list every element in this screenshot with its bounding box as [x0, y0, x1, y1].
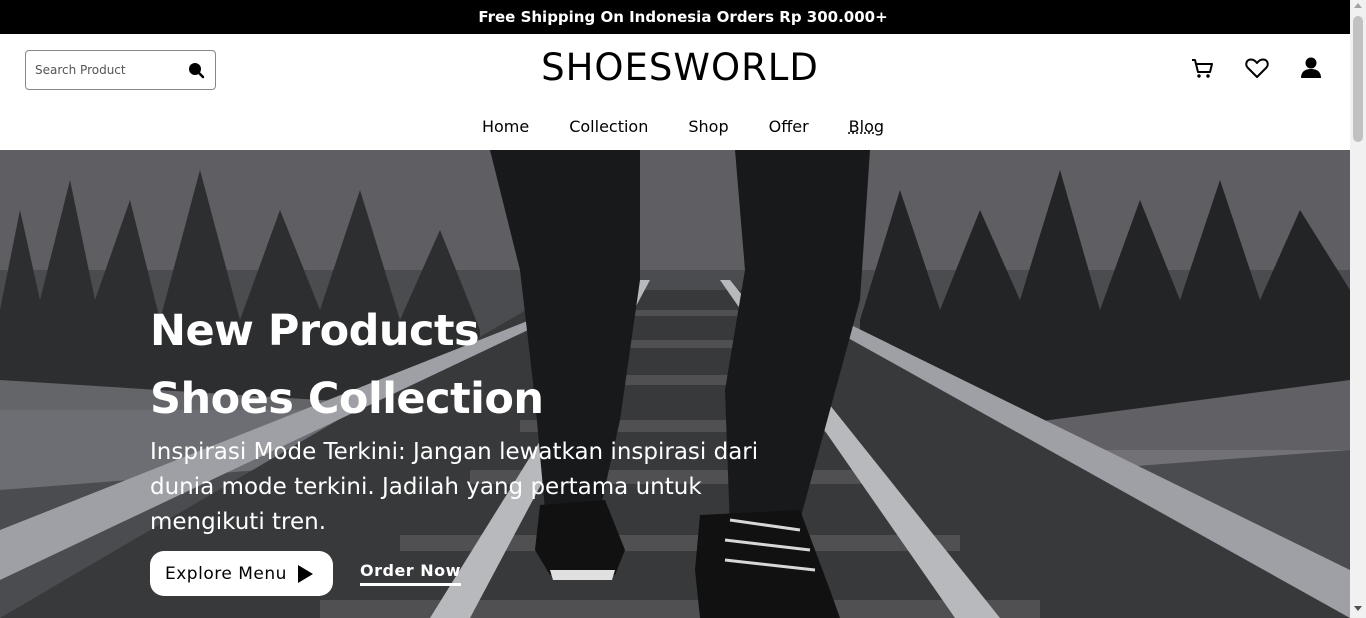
explore-menu-button[interactable]: Explore Menu	[150, 551, 333, 596]
nav-home[interactable]: Home	[482, 117, 529, 136]
site-header: SHOESWORLD Home Collection Shop Offer Bl…	[0, 34, 1350, 150]
brand-logo[interactable]: SHOESWORLD	[0, 46, 1360, 89]
scroll-down-icon[interactable]	[1354, 606, 1362, 611]
heart-icon[interactable]	[1243, 54, 1271, 82]
explore-menu-label: Explore Menu	[165, 563, 287, 584]
nav-blog[interactable]: Blog	[849, 117, 884, 136]
page-scrollbar[interactable]	[1350, 0, 1366, 618]
scroll-up-icon[interactable]	[1354, 3, 1362, 8]
announcement-bar: Free Shipping On Indonesia Orders Rp 300…	[0, 0, 1366, 34]
nav-offer[interactable]: Offer	[769, 117, 809, 136]
hero-description: Inspirasi Mode Terkini: Jangan lewatkan …	[150, 439, 759, 535]
scroll-thumb[interactable]	[1353, 16, 1363, 142]
play-icon	[298, 565, 313, 583]
cart-icon[interactable]	[1188, 54, 1216, 82]
hero-banner: New Products Shoes Collection Inspirasi …	[0, 150, 1350, 618]
hero-title-line2: Shoes Collection	[150, 374, 544, 424]
hero-title-line1: New Products	[150, 306, 480, 356]
announcement-text: Free Shipping On Indonesia Orders Rp 300…	[478, 8, 888, 26]
nav-collection[interactable]: Collection	[569, 117, 648, 136]
user-icon[interactable]	[1297, 54, 1325, 82]
order-now-link[interactable]: Order Now	[360, 561, 461, 586]
main-nav: Home Collection Shop Offer Blog	[0, 117, 1366, 136]
nav-shop[interactable]: Shop	[688, 117, 728, 136]
